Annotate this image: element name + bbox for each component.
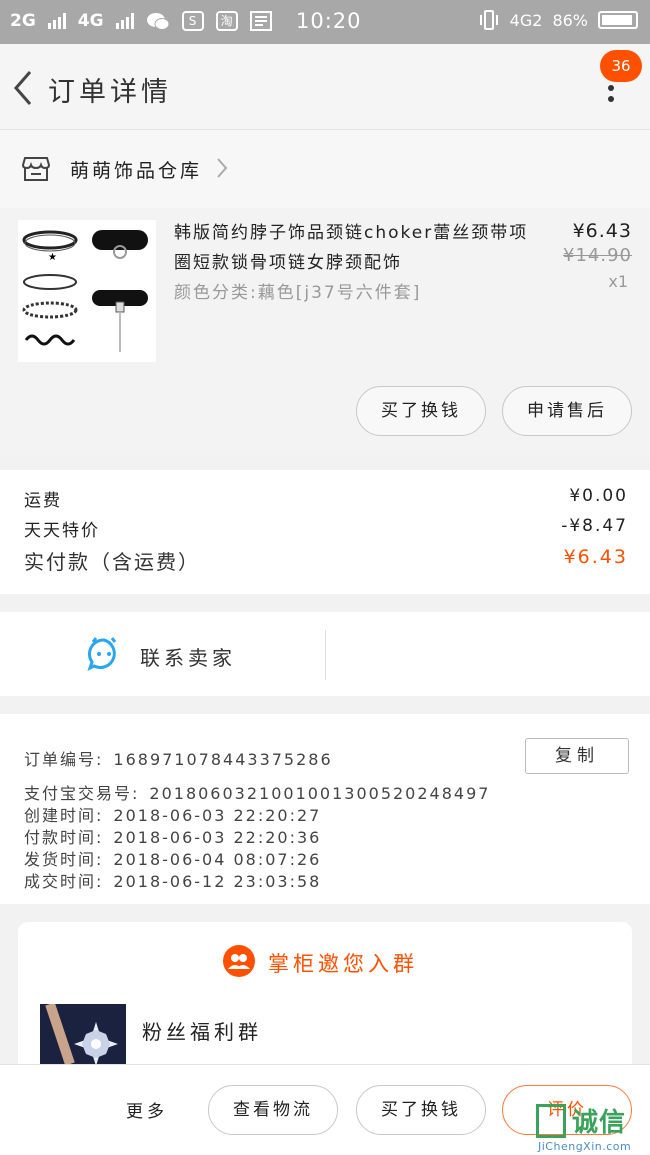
created-row: 创建时间: 2018-06-03 22:20:27: [24, 802, 321, 826]
divider: [325, 630, 326, 680]
shipping-label: 运费: [24, 491, 62, 511]
alipay-row: 支付宝交易号: 2018060321001001300520248497: [24, 780, 490, 804]
product-sku: 颜色分类:藕色[j37号六件套]: [174, 283, 422, 303]
product-quantity: x1: [608, 272, 628, 291]
contact-seller-label[interactable]: 联系卖家: [140, 642, 236, 671]
shipping-value: ¥0.00: [569, 486, 628, 506]
paid-label: 付款时间:: [24, 828, 104, 847]
watermark-logo-icon: [536, 1104, 566, 1138]
battery-percent: 86%: [552, 10, 588, 30]
taobao-notify-icon: 淘: [215, 11, 238, 31]
wechat-icon: [146, 13, 170, 30]
back-arrow-icon[interactable]: [10, 68, 36, 108]
group-invite-title: 掌柜邀您入群: [268, 952, 418, 976]
discount-label: 天天特价: [24, 521, 100, 541]
store-name[interactable]: 萌萌饰品仓库: [70, 156, 202, 183]
product-price: ¥6.43: [572, 220, 632, 242]
svg-text:★: ★: [48, 252, 57, 263]
status-bar: 2G 4G S 淘 10:20 4G2 86%: [0, 0, 650, 44]
copy-button[interactable]: 复制: [525, 738, 629, 774]
discount-value: -¥8.47: [561, 516, 628, 536]
total-label: 实付款（含运费）: [24, 550, 200, 574]
fee-summary: 运费 ¥0.00 天天特价 -¥8.47 实付款（含运费） ¥6.43: [0, 470, 650, 594]
buy-again-bottom-button[interactable]: 买了换钱: [356, 1085, 486, 1135]
watermark-text: 诚信: [572, 1108, 627, 1138]
alipay-number: 2018060321001001300520248497: [149, 784, 491, 803]
paid-time: 2018-06-03 22:20:36: [113, 828, 322, 847]
paid-row: 付款时间: 2018-06-03 22:20:36: [24, 824, 321, 848]
network-4g2: 4G2: [509, 10, 543, 30]
order-number-label: 订单编号:: [24, 750, 104, 769]
watermark-url: JiChengXin.com: [538, 1140, 632, 1153]
order-item[interactable]: ★ 韩版简约脖子饰品颈链choker蕾丝颈带项圈短款锁骨项链女脖颈配饰 颜色分类…: [0, 208, 650, 456]
alipay-label: 支付宝交易号:: [24, 784, 140, 803]
signal-icon: [47, 13, 66, 29]
watermark: 诚信 JiChengXin.com: [534, 1100, 650, 1155]
more-button[interactable]: 更多: [126, 1097, 168, 1122]
app-s-icon: S: [181, 11, 204, 31]
group-name[interactable]: 粉丝福利群: [142, 1016, 262, 1045]
signal-icon: [115, 13, 134, 29]
battery-icon: [598, 11, 638, 29]
view-logistics-button[interactable]: 查看物流: [208, 1085, 338, 1135]
product-thumbnail[interactable]: ★: [18, 220, 156, 362]
choker-image: ★: [18, 220, 156, 362]
chevron-right-icon: [217, 158, 228, 178]
shipped-row: 发货时间: 2018-06-04 08:07:26: [24, 846, 321, 870]
order-number-row: 订单编号: 168971078443375286: [24, 746, 333, 770]
completed-row: 成交时间: 2018-06-12 23:03:58: [24, 868, 321, 892]
created-label: 创建时间:: [24, 806, 104, 825]
status-right: 4G2 86%: [478, 9, 638, 31]
group-users-icon: [223, 945, 255, 977]
store-header[interactable]: 萌萌饰品仓库: [0, 130, 650, 208]
shipped-label: 发货时间:: [24, 850, 104, 869]
page-title: 订单详情: [48, 77, 172, 108]
completed-label: 成交时间:: [24, 872, 104, 891]
product-original-price: ¥14.90: [563, 245, 632, 266]
product-title[interactable]: 韩版简约脖子饰品颈链choker蕾丝颈带项圈短款锁骨项链女脖颈配饰: [174, 218, 534, 278]
fan-group-card[interactable]: 掌柜邀您入群 粉丝福利群: [18, 922, 632, 1082]
completed-time: 2018-06-12 23:03:58: [113, 872, 322, 891]
order-info: 订单编号: 168971078443375286 复制 支付宝交易号: 201806…: [0, 714, 650, 904]
message-badge[interactable]: 36: [600, 50, 642, 82]
buy-again-button[interactable]: 买了换钱: [356, 386, 486, 436]
notify-icon: [249, 11, 272, 31]
shop-icon: [22, 157, 50, 181]
total-value: ¥6.43: [563, 546, 628, 568]
order-number: 168971078443375286: [113, 750, 333, 769]
status-time: 10:20: [296, 9, 362, 33]
chat-face-icon: [87, 637, 117, 671]
nav-bar: 订单详情 36: [0, 44, 650, 130]
created-time: 2018-06-03 22:20:27: [113, 806, 322, 825]
contact-seller[interactable]: 联系卖家: [0, 612, 650, 696]
network-2g: 2G: [10, 11, 36, 31]
shipped-time: 2018-06-04 08:07:26: [113, 850, 322, 869]
vibrate-icon: [479, 10, 498, 30]
after-sale-button[interactable]: 申请售后: [502, 386, 632, 436]
status-left: 2G 4G S 淘: [10, 11, 272, 31]
network-4g: 4G: [77, 11, 104, 31]
